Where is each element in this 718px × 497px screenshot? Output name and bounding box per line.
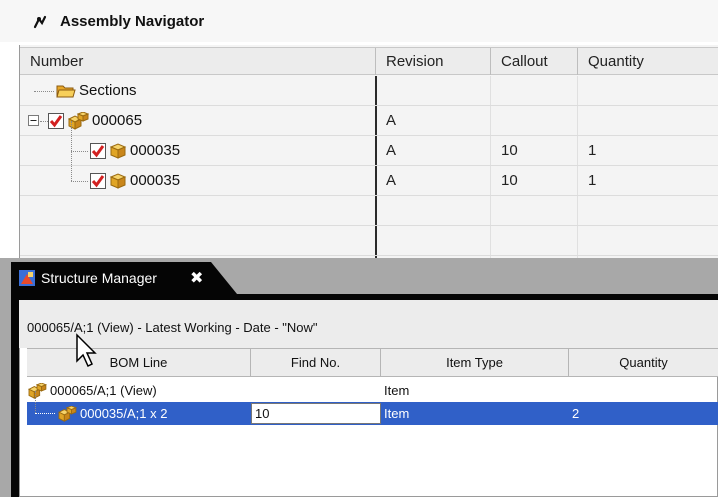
revision-cell: A <box>386 172 397 189</box>
revision-cell: A <box>386 112 397 129</box>
item-type-cell: Item <box>384 383 410 398</box>
tree-row-component[interactable]: 000035 A 10 1 <box>20 151 718 196</box>
assembly-navigator-table: Number Revision Callout Quantity Section… <box>19 45 718 258</box>
column-header-callout[interactable]: Callout <box>491 48 578 75</box>
column-header-find-no[interactable]: Find No. <box>251 349 381 376</box>
assembly-navigator-title: Assembly Navigator <box>60 13 205 30</box>
assembly-navigator-header-row: Number Revision Callout Quantity <box>20 47 718 75</box>
bom-row[interactable]: 000065/A;1 (View) Item <box>27 379 718 402</box>
tab-label: Structure Manager <box>41 270 157 286</box>
quantity-cell: 2 <box>572 406 580 421</box>
tree-row-assembly[interactable]: 000065 A <box>20 106 718 136</box>
revision-cell: A <box>386 142 397 159</box>
tree-row-label: Sections <box>79 82 137 99</box>
tree-row-label: 000035 <box>130 142 181 159</box>
context-line: 000065/A;1 (View) - Latest Working - Dat… <box>27 320 318 335</box>
bom-header-row: BOM Line Find No. Item Type Quantity <box>27 348 718 377</box>
tree-row-sections[interactable]: Sections <box>20 76 718 106</box>
column-header-revision[interactable]: Revision <box>376 48 491 75</box>
folder-icon <box>56 85 76 97</box>
checkbox-checked-icon[interactable] <box>48 112 64 129</box>
component-icon <box>109 172 127 189</box>
assembly-navigator-icon <box>33 15 47 29</box>
tab-structure-manager[interactable]: Structure Manager ✖ <box>11 262 237 294</box>
find-no-input[interactable]: 10 <box>251 403 381 424</box>
tree-row-component[interactable]: 000035 A 10 1 <box>20 121 718 166</box>
callout-cell: 10 <box>501 172 518 189</box>
assembly-icon <box>28 382 47 399</box>
column-header-quantity[interactable]: Quantity <box>578 48 718 75</box>
assembly-icon <box>58 405 77 422</box>
tree-row-label: 000035 <box>130 172 181 189</box>
column-header-bom-line[interactable]: BOM Line <box>27 349 251 376</box>
close-tab-icon[interactable]: ✖ <box>190 268 203 288</box>
column-header-item-type[interactable]: Item Type <box>381 349 569 376</box>
empty-row <box>20 196 718 226</box>
callout-cell: 10 <box>501 142 518 159</box>
component-icon <box>109 142 127 159</box>
mouse-cursor-icon <box>76 333 97 368</box>
context-bar: 000065/A;1 (View) - Latest Working - Dat… <box>19 300 718 348</box>
structure-manager-icon <box>19 270 35 286</box>
bom-row-selected[interactable]: 000035/A;1 x 2 10 Item 2 <box>27 391 718 425</box>
item-type-cell: Item <box>384 406 410 421</box>
column-header-quantity[interactable]: Quantity <box>569 349 718 376</box>
bom-line-label: 000065/A;1 (View) <box>50 383 157 398</box>
bom-line-label: 000035/A;1 x 2 <box>80 406 168 421</box>
quantity-cell: 1 <box>588 142 597 159</box>
column-header-number[interactable]: Number <box>20 48 376 75</box>
collapse-toggle-icon[interactable] <box>28 115 39 126</box>
checkbox-checked-icon[interactable] <box>90 172 106 189</box>
assembly-navigator-header: Assembly Navigator <box>0 0 718 42</box>
empty-row <box>20 226 718 256</box>
checkbox-checked-icon[interactable] <box>90 142 106 159</box>
quantity-cell: 1 <box>588 172 597 189</box>
tree-row-label: 000065 <box>92 112 143 129</box>
